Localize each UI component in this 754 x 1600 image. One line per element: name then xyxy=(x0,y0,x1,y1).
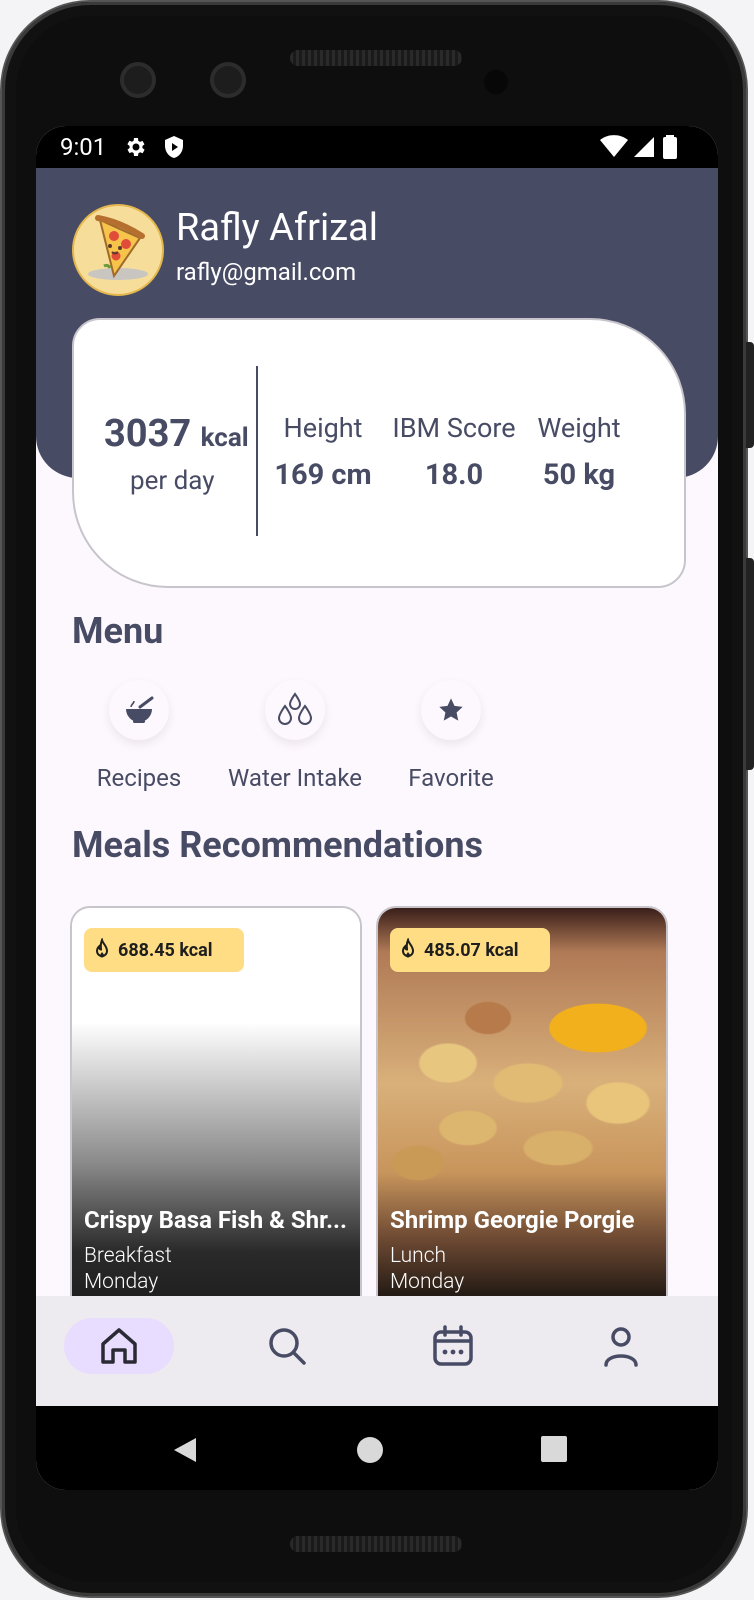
front-camera-2 xyxy=(210,62,246,98)
volume-button xyxy=(746,558,754,770)
stat-value: 169 cm xyxy=(274,458,372,492)
star-icon xyxy=(421,680,481,740)
menu-item-water-intake[interactable]: Water Intake xyxy=(220,680,370,792)
fire-icon xyxy=(401,938,415,958)
recents-icon[interactable] xyxy=(541,1436,567,1462)
profile-icon xyxy=(604,1327,638,1367)
stat-ibm-score: IBM Score 18.0 xyxy=(388,412,520,492)
profile-name: Rafly Afrizal xyxy=(176,206,378,250)
daily-kcal: 3037 kcal xyxy=(104,412,249,456)
meal-day: Monday xyxy=(84,1270,159,1294)
home-circle-icon[interactable] xyxy=(356,1436,384,1464)
meal-day: Monday xyxy=(390,1270,465,1294)
proximity-sensor xyxy=(484,70,508,94)
fire-icon xyxy=(95,938,109,958)
stats-card: 3037 kcal per day Height 169 cm IBM Scor… xyxy=(72,318,686,588)
stat-label: Height xyxy=(283,412,363,444)
nav-profile[interactable] xyxy=(566,1318,676,1374)
bottom-speaker xyxy=(290,1536,462,1552)
screen: 9:01 Rafly Afrizal rafly@gmail.com 3037 … xyxy=(36,126,718,1490)
menu-title: Menu xyxy=(72,610,164,652)
meal-card[interactable]: 688.45 kcal Crispy Basa Fish & Shr... Br… xyxy=(70,906,362,1296)
home-content: Rafly Afrizal rafly@gmail.com 3037 kcal … xyxy=(36,168,718,1296)
front-camera-1 xyxy=(120,62,156,98)
stat-label: IBM Score xyxy=(392,412,516,444)
kcal-badge: 485.07 kcal xyxy=(390,928,550,972)
stat-value: 50 kg xyxy=(542,458,616,492)
menu-label: Water Intake xyxy=(228,764,362,792)
wifi-icon xyxy=(600,135,628,157)
stat-height: Height 169 cm xyxy=(264,412,382,492)
meal-card[interactable]: 485.07 kcal Shrimp Georgie Porgie Lunch … xyxy=(376,906,668,1296)
battery-icon xyxy=(663,135,677,159)
stat-label: Weight xyxy=(537,412,621,444)
kcal-text: 485.07 kcal xyxy=(424,939,519,961)
signal-icon xyxy=(634,137,654,157)
search-icon xyxy=(269,1328,306,1365)
menu-label: Recipes xyxy=(96,764,182,792)
home-icon xyxy=(101,1328,137,1364)
nav-calendar[interactable] xyxy=(398,1318,508,1374)
pizza-icon xyxy=(88,215,148,280)
meal-title: Shrimp Georgie Porgie xyxy=(390,1206,635,1234)
meals-title: Meals Recommendations xyxy=(72,824,483,866)
meal-title: Crispy Basa Fish & Shr... xyxy=(84,1206,347,1234)
gear-icon xyxy=(127,138,145,156)
calendar-icon xyxy=(433,1325,473,1366)
water-drops-icon xyxy=(265,680,325,740)
stat-value: 18.0 xyxy=(424,458,484,492)
menu-label: Favorite xyxy=(408,764,494,792)
stat-weight: Weight 50 kg xyxy=(526,412,632,492)
stats-divider xyxy=(256,366,258,536)
back-icon[interactable] xyxy=(172,1436,198,1464)
kcal-unit: kcal xyxy=(200,423,249,453)
phone-frame: 9:01 Rafly Afrizal rafly@gmail.com 3037 … xyxy=(2,2,754,1596)
bottom-nav xyxy=(36,1296,718,1406)
kcal-value: 3037 xyxy=(104,412,192,456)
avatar[interactable] xyxy=(72,204,164,296)
meal-type: Breakfast xyxy=(84,1244,172,1268)
profile-email: rafly@gmail.com xyxy=(176,258,357,286)
earpiece-speaker xyxy=(290,50,462,66)
status-time: 9:01 xyxy=(60,133,107,161)
kcal-per-day: per day xyxy=(130,466,215,496)
system-nav-bar xyxy=(36,1406,718,1490)
nav-home[interactable] xyxy=(64,1318,174,1374)
nav-search[interactable] xyxy=(232,1318,342,1374)
kcal-badge: 688.45 kcal xyxy=(84,928,244,972)
bowl-icon xyxy=(109,680,169,740)
meal-type: Lunch xyxy=(390,1244,447,1268)
menu-item-favorite[interactable]: Favorite xyxy=(376,680,526,792)
power-button xyxy=(746,342,754,448)
kcal-text: 688.45 kcal xyxy=(118,939,213,961)
shield-play-icon xyxy=(165,136,183,158)
menu-item-recipes[interactable]: Recipes xyxy=(64,680,214,792)
status-bar: 9:01 xyxy=(36,126,718,168)
